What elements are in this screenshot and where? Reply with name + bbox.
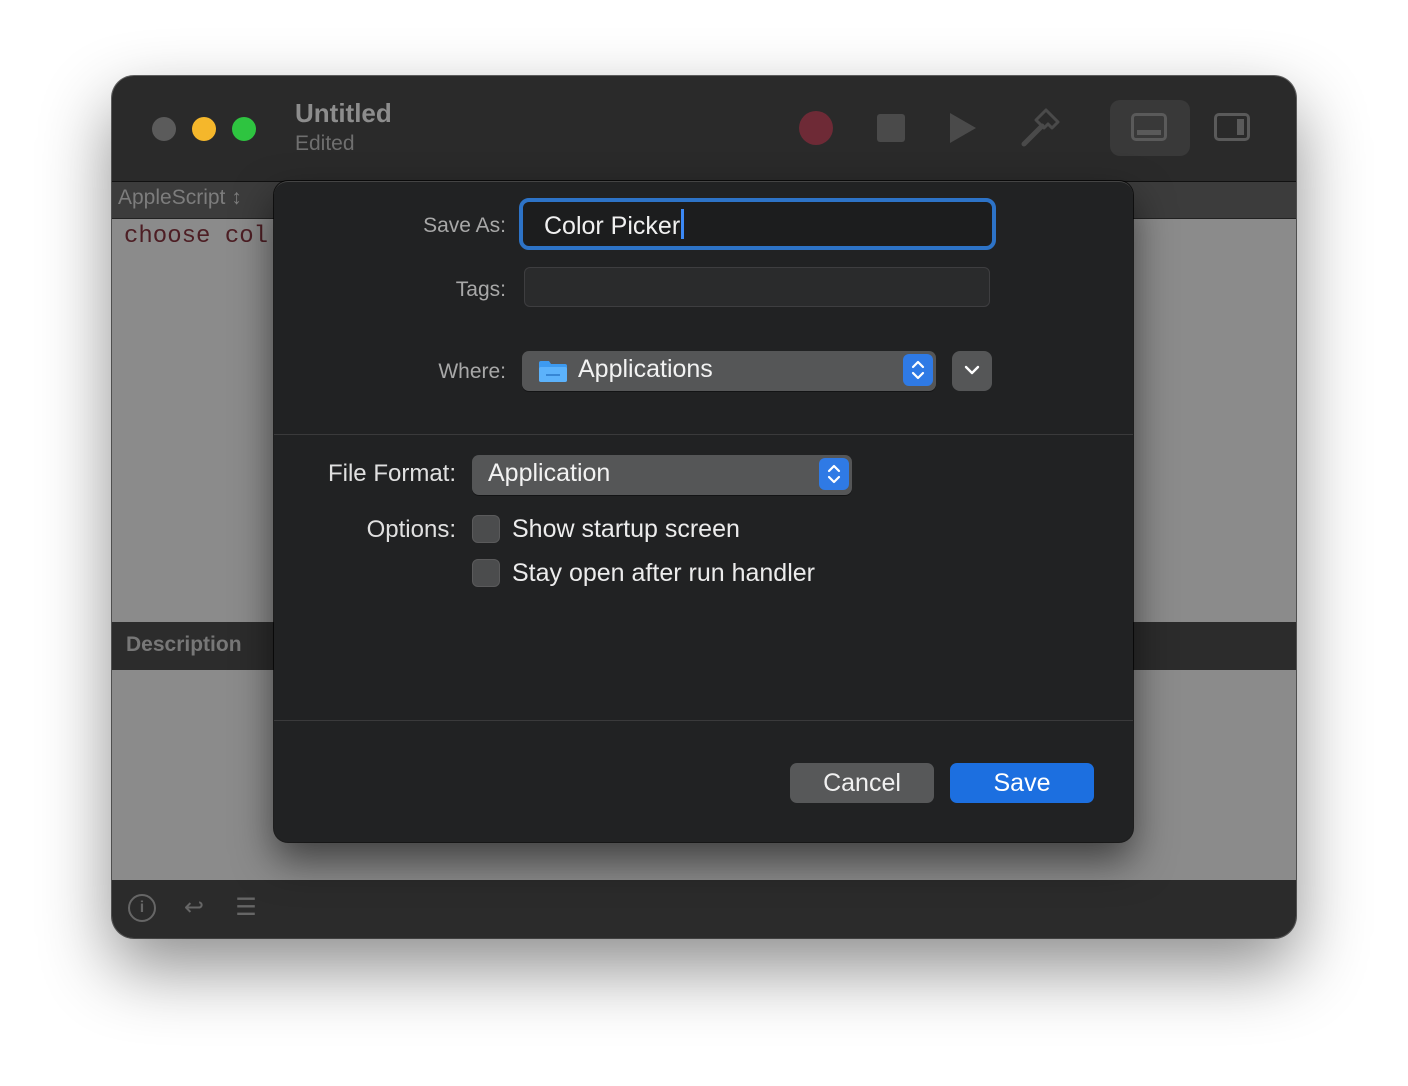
list-icon[interactable]: ☰ xyxy=(232,894,260,922)
bottom-panel-icon[interactable] xyxy=(1131,113,1167,141)
file-format-value: Application xyxy=(488,459,611,487)
status-bar: i ↩ ☰ xyxy=(112,880,1296,938)
expand-browser-button[interactable] xyxy=(952,351,992,391)
side-panel-icon[interactable] xyxy=(1214,113,1250,141)
document-title: Untitled xyxy=(295,98,392,128)
section-divider xyxy=(274,434,1133,435)
zoom-button[interactable] xyxy=(232,117,256,141)
file-format-label: File Format: xyxy=(327,460,456,487)
where-popup[interactable]: Applications xyxy=(522,351,936,391)
text-caret xyxy=(681,209,685,239)
chevron-down-icon xyxy=(964,365,980,375)
footer-divider xyxy=(274,720,1133,721)
stop-icon[interactable] xyxy=(877,114,905,142)
save-as-value: Color Picker xyxy=(544,212,681,240)
save-as-field[interactable]: Color Picker xyxy=(519,198,996,250)
save-as-label: Save As: xyxy=(423,214,506,237)
return-icon[interactable]: ↩ xyxy=(180,894,208,922)
tags-label: Tags: xyxy=(455,278,506,301)
info-icon[interactable]: i xyxy=(128,894,156,922)
stay-open-checkbox[interactable] xyxy=(472,559,500,587)
language-selector[interactable]: AppleScript ↕ xyxy=(118,186,242,210)
up-down-chevron-icon xyxy=(911,360,925,380)
save-dialog: Save As: Color Picker Tags: Where: Appli… xyxy=(274,181,1133,842)
tags-field[interactable] xyxy=(524,267,990,307)
document-subtitle: Edited xyxy=(295,132,355,155)
up-down-chevron-icon xyxy=(827,464,841,484)
save-button[interactable]: Save xyxy=(950,763,1094,803)
where-label: Where: xyxy=(438,360,506,383)
folder-icon xyxy=(539,361,567,382)
stay-open-label[interactable]: Stay open after run handler xyxy=(512,559,815,588)
file-format-popup[interactable]: Application xyxy=(472,455,852,495)
compile-hammer-icon[interactable] xyxy=(1018,106,1062,150)
show-startup-screen-label[interactable]: Show startup screen xyxy=(512,515,740,544)
where-stepper xyxy=(903,354,933,386)
where-value: Applications xyxy=(578,355,713,383)
script-code: choose col xyxy=(124,223,269,250)
options-label: Options: xyxy=(366,516,456,543)
show-startup-screen-checkbox[interactable] xyxy=(472,515,500,543)
file-format-stepper xyxy=(819,458,849,490)
record-icon[interactable] xyxy=(799,111,833,145)
minimize-button[interactable] xyxy=(192,117,216,141)
cancel-button[interactable]: Cancel xyxy=(790,763,934,803)
run-icon[interactable] xyxy=(950,113,976,143)
title-bar: Untitled Edited xyxy=(112,76,1296,182)
description-label: Description xyxy=(126,633,242,656)
close-button[interactable] xyxy=(152,117,176,141)
